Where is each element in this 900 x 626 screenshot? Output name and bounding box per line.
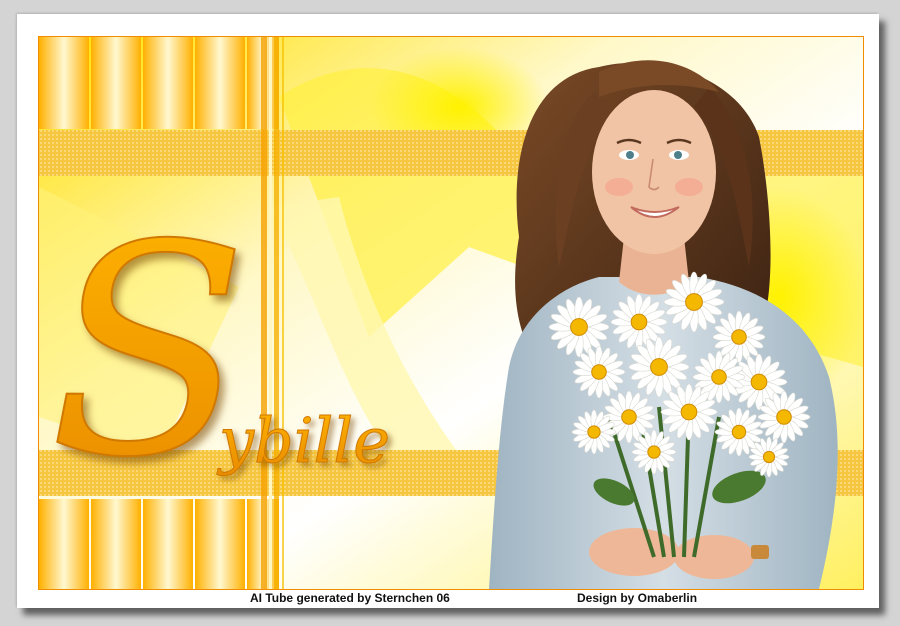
name-rest: ybille bbox=[216, 404, 390, 477]
top-tile-row bbox=[39, 37, 279, 129]
daisy-flower bbox=[572, 345, 626, 399]
artwork-canvas: S ybille bbox=[38, 36, 864, 590]
name-initial: S bbox=[49, 184, 248, 521]
daisy-flower bbox=[660, 383, 718, 441]
daisy-flower bbox=[757, 390, 811, 444]
daisy-flower bbox=[631, 429, 677, 475]
credit-ai-tube: AI Tube generated by Sternchen 06 bbox=[250, 591, 450, 605]
picture-frame: S ybille AI Tube generated by Sternchen … bbox=[17, 14, 879, 608]
daisy-flower bbox=[663, 271, 725, 333]
credit-designer: Design by Omaberlin bbox=[577, 591, 698, 605]
daisy-flower bbox=[748, 436, 790, 478]
daisy-flower bbox=[571, 409, 617, 455]
